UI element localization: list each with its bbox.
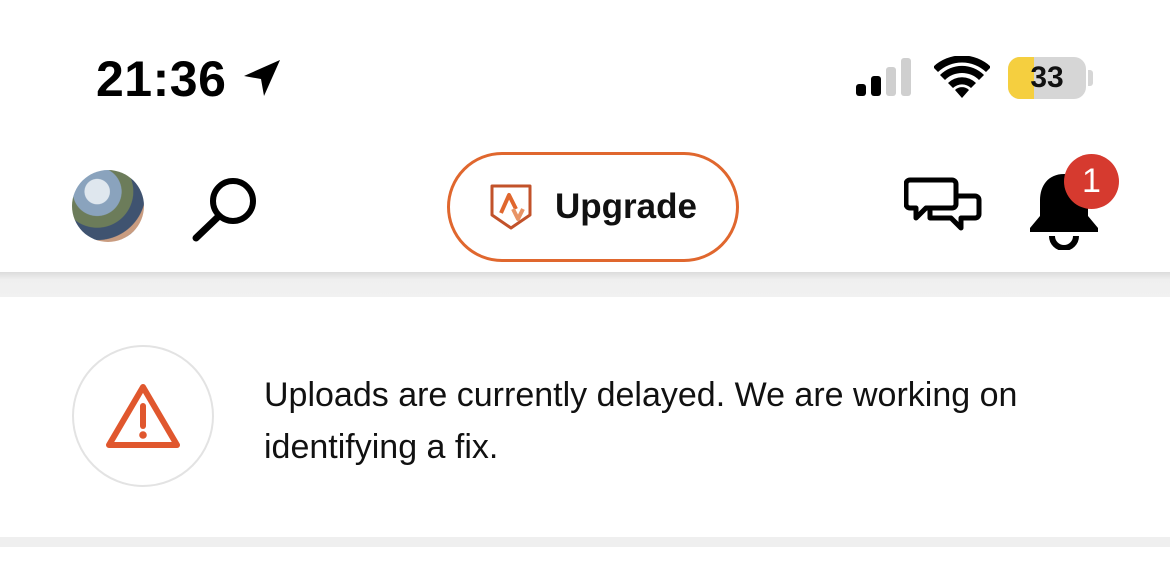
battery-tip — [1088, 70, 1093, 86]
status-time: 21:36 — [96, 51, 227, 107]
wifi-icon — [934, 56, 990, 98]
upgrade-label: Upgrade — [555, 187, 697, 226]
upgrade-badge-icon — [490, 184, 532, 230]
battery-indicator: 33 — [1008, 57, 1086, 99]
location-arrow-icon — [244, 60, 280, 96]
upgrade-button[interactable]: Upgrade — [447, 152, 739, 262]
nav-divider — [0, 272, 1170, 297]
cellular-signal-icon — [856, 58, 911, 96]
alert-icon-container — [72, 345, 214, 487]
upload-delay-banner: Uploads are currently delayed. We are wo… — [0, 297, 1170, 537]
notification-badge: 1 — [1064, 154, 1119, 209]
battery-level: 33 — [1030, 61, 1064, 94]
search-icon[interactable] — [186, 174, 268, 246]
banner-message: Uploads are currently delayed. We are wo… — [264, 376, 1018, 466]
status-bar: 21:36 33 — [0, 0, 1170, 140]
messages-icon[interactable] — [904, 174, 982, 246]
avatar[interactable] — [72, 170, 144, 242]
section-divider — [0, 537, 1170, 547]
warning-icon — [106, 384, 180, 448]
top-nav: Upgrade — [0, 140, 1170, 272]
